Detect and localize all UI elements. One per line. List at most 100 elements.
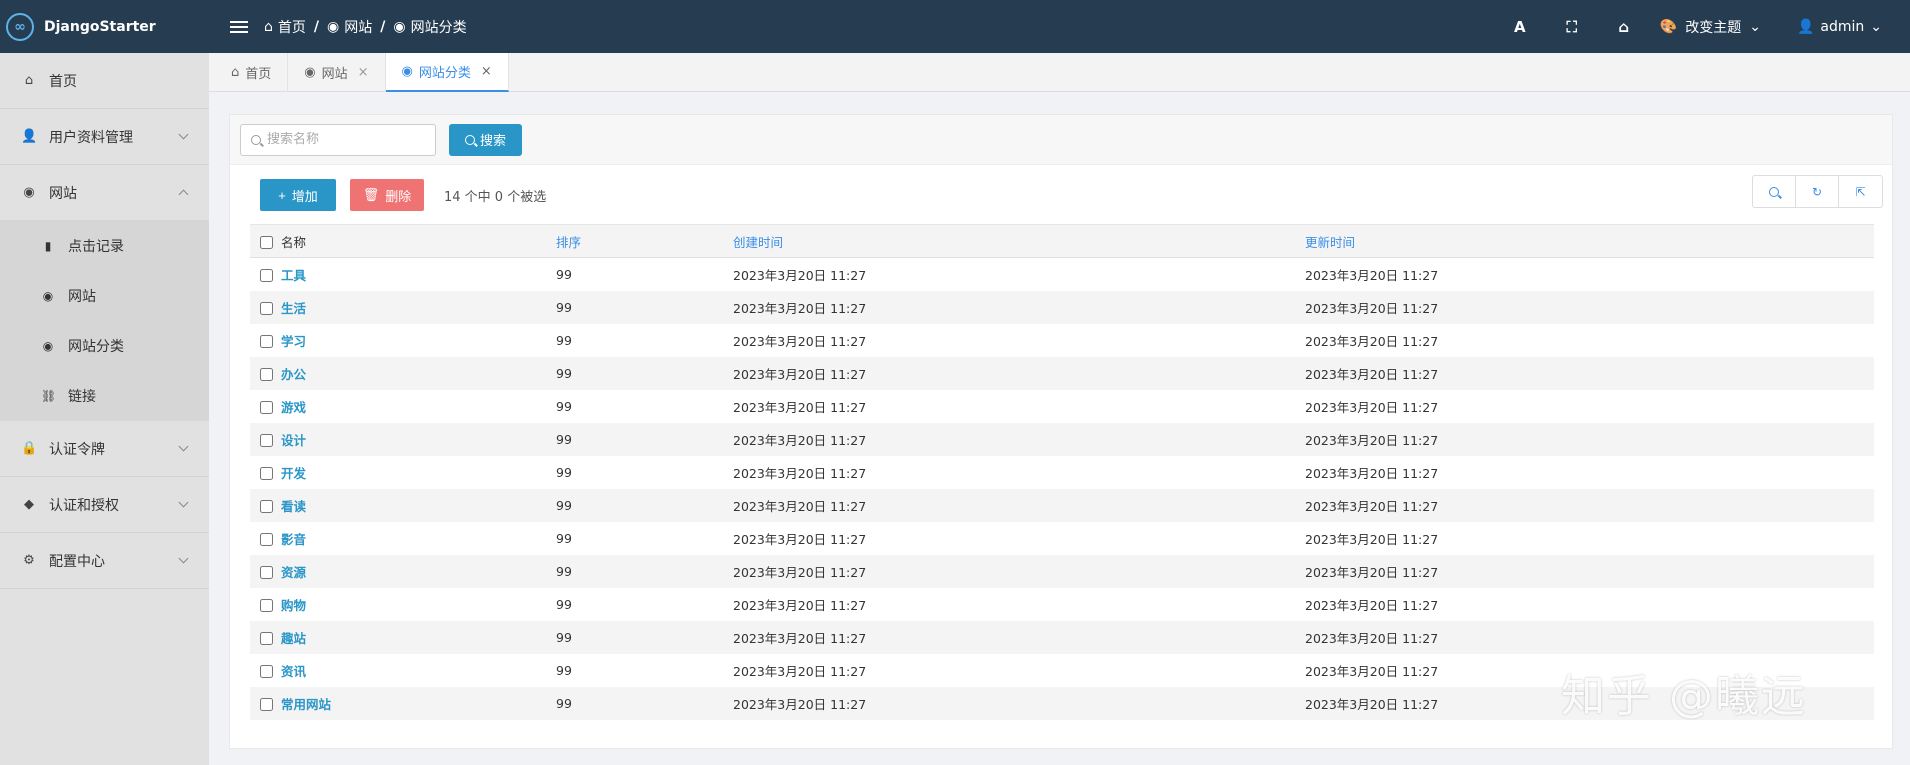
sidebar-subitem-website[interactable]: ◉ 网站: [0, 271, 209, 321]
sidebar-item-config[interactable]: ⚙ 配置中心: [0, 533, 209, 589]
row-checkbox[interactable]: [260, 466, 273, 480]
toggle-search-button[interactable]: [1753, 176, 1796, 207]
table-row: 生活 99 2023年3月20日 11:27 2023年3月20日 11:27: [250, 290, 1874, 324]
category-link[interactable]: 学习: [281, 334, 306, 349]
cell-sort: 99: [556, 488, 733, 522]
cell-created: 2023年3月20日 11:27: [733, 554, 1305, 588]
cell-created: 2023年3月20日 11:27: [733, 422, 1305, 456]
select-all-checkbox[interactable]: [260, 235, 273, 249]
cell-name: 工具: [281, 258, 556, 291]
row-checkbox[interactable]: [260, 598, 273, 612]
search-button[interactable]: 搜索: [449, 123, 522, 156]
fullscreen-icon[interactable]: ⛶: [1546, 18, 1598, 36]
cell-name: 办公: [281, 356, 556, 390]
sidebar-subitem-click-records[interactable]: ▮ 点击记录: [0, 221, 209, 271]
sidebar-item-label: 配置中心: [49, 553, 105, 570]
tab-website-category[interactable]: ◉ 网站分类 ×: [385, 53, 509, 92]
breadcrumb-website[interactable]: ◉ 网站: [327, 17, 372, 37]
table-row: 趣站 99 2023年3月20日 11:27 2023年3月20日 11:27: [250, 620, 1874, 654]
category-link[interactable]: 游戏: [281, 400, 306, 415]
breadcrumb: ⌂ 首页 / ◉ 网站 / ◉ 网站分类: [264, 17, 467, 37]
category-link[interactable]: 办公: [281, 367, 306, 382]
cell-updated: 2023年3月20日 11:27: [1305, 422, 1874, 456]
sidebar-item-website[interactable]: ◉ 网站: [0, 165, 209, 221]
row-checkbox[interactable]: [260, 301, 273, 315]
category-link[interactable]: 购物: [281, 598, 306, 613]
tab-home[interactable]: ⌂ 首页: [215, 53, 289, 92]
cell-created: 2023年3月20日 11:27: [733, 290, 1305, 324]
cell-updated: 2023年3月20日 11:27: [1305, 465, 1439, 481]
user-dropdown[interactable]: 👤 admin ⌄: [1797, 19, 1882, 35]
tab-website[interactable]: ◉ 网站 ×: [288, 53, 386, 92]
theme-dropdown[interactable]: 🎨 改变主题 ⌄: [1660, 17, 1761, 37]
search-field[interactable]: [240, 123, 436, 156]
sidebar-item-auth-token[interactable]: 🔒 认证令牌: [0, 421, 209, 477]
close-icon[interactable]: ×: [481, 64, 492, 79]
sidebar-item-auth[interactable]: ◆ 认证和授权: [0, 477, 209, 533]
table-row: 办公 99 2023年3月20日 11:27 2023年3月20日 11:27: [250, 356, 1874, 390]
category-link[interactable]: 看读: [281, 499, 306, 514]
row-select-cell: [250, 290, 281, 324]
cell-sort: 99: [556, 422, 733, 456]
category-link[interactable]: 开发: [281, 466, 306, 481]
category-link[interactable]: 资源: [281, 565, 306, 580]
column-header-updated[interactable]: 更新时间: [1305, 224, 1874, 258]
row-checkbox[interactable]: [260, 367, 273, 381]
category-link[interactable]: 常用网站: [281, 697, 331, 712]
cell-name: 看读: [281, 488, 556, 522]
row-checkbox[interactable]: [260, 499, 273, 513]
cell-sort: 99: [556, 290, 733, 324]
table-row: 资源 99 2023年3月20日 11:27 2023年3月20日 11:27: [250, 554, 1874, 588]
row-select-cell: [250, 456, 281, 489]
sidebar-item-user-profile[interactable]: 👤 用户资料管理: [0, 109, 209, 165]
row-checkbox[interactable]: [260, 697, 273, 711]
row-checkbox[interactable]: [260, 400, 273, 414]
brand[interactable]: ∞ DjangoStarter: [0, 0, 209, 53]
delete-button[interactable]: 🗑 删除: [350, 179, 424, 211]
breadcrumb-website-category[interactable]: ◉ 网站分类: [393, 17, 466, 37]
sidebar-subitem-links[interactable]: ⛓ 链接: [0, 371, 209, 421]
row-checkbox[interactable]: [260, 532, 273, 546]
globe-icon: ◉: [304, 65, 316, 80]
row-checkbox[interactable]: [260, 268, 273, 282]
category-link[interactable]: 工具: [281, 268, 306, 283]
category-link[interactable]: 生活: [281, 301, 306, 316]
close-icon[interactable]: ×: [358, 65, 369, 80]
category-link[interactable]: 趣站: [281, 631, 306, 646]
cell-updated: 2023年3月20日 11:27: [1305, 333, 1439, 349]
cell-name: 资讯: [281, 654, 556, 687]
sidebar-item-label: 认证令牌: [49, 441, 105, 458]
chevron-down-icon: ⌄: [1870, 18, 1882, 35]
row-checkbox[interactable]: [260, 631, 273, 645]
search-input[interactable]: [267, 132, 417, 147]
row-checkbox[interactable]: [260, 433, 273, 447]
cell-name: 趣站: [281, 620, 556, 654]
add-button[interactable]: + 增加: [260, 179, 336, 211]
row-checkbox[interactable]: [260, 565, 273, 579]
refresh-button[interactable]: ↻: [1796, 176, 1839, 207]
row-select-cell: [250, 488, 281, 522]
cell-name: 学习: [281, 324, 556, 357]
sidebar-subitem-website-category[interactable]: ◉ 网站分类: [0, 321, 209, 371]
home-icon[interactable]: ⌂: [1598, 18, 1650, 36]
cell-name: 影音: [281, 522, 556, 555]
export-button[interactable]: ⇱: [1839, 176, 1882, 207]
menu-toggle-icon[interactable]: [230, 18, 248, 36]
sidebar-subitem-label: 网站: [68, 289, 96, 305]
row-checkbox[interactable]: [260, 664, 273, 678]
selection-count: 14 个中 0 个被选: [444, 189, 547, 205]
row-checkbox[interactable]: [260, 334, 273, 348]
font-size-icon[interactable]: A: [1494, 18, 1546, 36]
column-header-sort[interactable]: 排序: [556, 224, 733, 258]
category-link[interactable]: 设计: [281, 433, 306, 448]
breadcrumb-home[interactable]: ⌂ 首页: [264, 17, 306, 37]
cell-sort: 99: [556, 686, 733, 720]
globe-icon: ◉: [42, 289, 54, 303]
row-select-cell: [250, 324, 281, 357]
category-link[interactable]: 影音: [281, 532, 306, 547]
table-body: 工具 99 2023年3月20日 11:27 2023年3月20日 11:27 生活 99…: [250, 258, 1874, 720]
column-header-created[interactable]: 创建时间: [733, 224, 1305, 258]
sidebar-item-home[interactable]: ⌂ 首页: [0, 53, 209, 109]
category-link[interactable]: 资讯: [281, 664, 306, 679]
search-icon: [1769, 186, 1779, 197]
